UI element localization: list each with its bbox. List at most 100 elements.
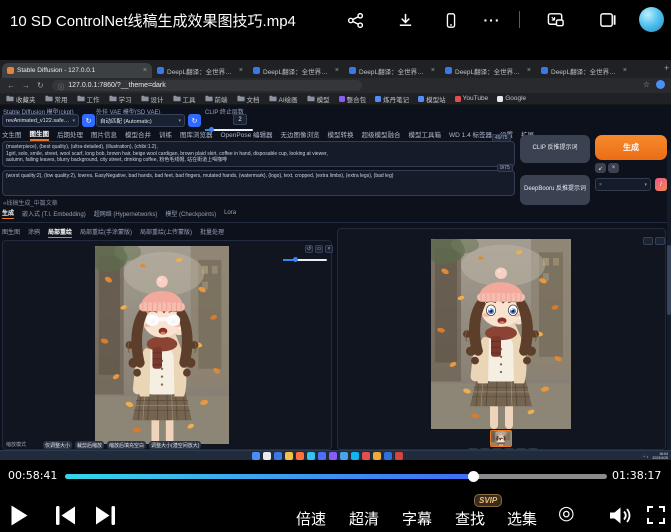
download-icon[interactable] xyxy=(394,9,416,31)
play-button[interactable] xyxy=(10,504,29,532)
tab-close-icon[interactable]: × xyxy=(239,67,243,74)
volume-icon[interactable] xyxy=(608,506,632,530)
phone-icon[interactable] xyxy=(440,9,462,31)
main-tab[interactable]: OpenPose 编辑器 xyxy=(221,129,273,140)
resize-mode-option[interactable]: 缩放后填充空白 xyxy=(107,441,146,449)
bookmark-folder[interactable]: 模型 xyxy=(307,94,330,104)
resize-mode-option[interactable]: 仅调整大小 xyxy=(43,441,72,449)
bookmark-folder[interactable]: 工具 xyxy=(173,94,196,104)
refresh-icon[interactable]: ↻ xyxy=(37,81,44,90)
subtitle-button[interactable]: 字幕 xyxy=(402,508,432,529)
browser-tab[interactable]: DeepL翻译：全世界最准确的翻译 × xyxy=(248,63,344,78)
extra-network-tab[interactable]: 嵌入式 (T.I. Embedding) xyxy=(22,209,86,219)
taskbar-app-icon[interactable] xyxy=(362,452,370,460)
taskbar-app-icon[interactable] xyxy=(274,452,282,460)
interrogate-deepbooru-button[interactable]: DeepBooru 反推提示词 xyxy=(520,175,590,205)
taskbar-app-icon[interactable] xyxy=(285,452,293,460)
model-select[interactable]: revAnimated_v122.safetensors [4199bcdd14… xyxy=(2,114,79,127)
style-preset-select[interactable]: × ▾ xyxy=(595,178,651,191)
tab-close-icon[interactable]: × xyxy=(431,67,435,74)
browser-tab[interactable]: DeepL翻译：全世界最准确的翻译 × xyxy=(536,63,632,78)
browser-tab[interactable]: Stable Diffusion - 127.0.0.1 × xyxy=(2,63,152,78)
site-info-icon[interactable]: ⓘ xyxy=(58,81,65,91)
taskbar-app-icon[interactable] xyxy=(307,452,315,460)
taskbar-app-icon[interactable] xyxy=(329,452,337,460)
interrogate-clip-button[interactable]: CLIP 反推提示词 xyxy=(520,135,590,163)
tray-icons[interactable]: ^ ♪ xyxy=(643,454,648,459)
speed-button[interactable]: 倍速 xyxy=(296,508,326,529)
brush-size-slider[interactable] xyxy=(283,259,327,261)
img2img-mode-tab[interactable]: 图生图 xyxy=(2,227,20,237)
vae-refresh-button[interactable]: ↻ xyxy=(188,114,201,127)
bookmark-folder[interactable]: AI绘画 xyxy=(269,94,298,104)
img2img-mode-tab[interactable]: 局部重绘(上传蒙版) xyxy=(140,227,192,237)
taskbar-app-icon[interactable] xyxy=(318,452,326,460)
bookmark-link[interactable]: 整合包 xyxy=(339,94,367,104)
bookmark-folder[interactable]: 学习 xyxy=(109,94,132,104)
main-tab[interactable]: 无边图像浏览 xyxy=(281,129,320,140)
main-tab[interactable]: 模型工具箱 xyxy=(409,129,442,140)
video-content-frame[interactable]: Stable Diffusion - 127.0.0.1 × DeepL翻译：全… xyxy=(0,60,671,460)
bookmark-folder[interactable]: 设计 xyxy=(141,94,164,104)
tab-close-icon[interactable]: × xyxy=(623,67,627,74)
taskbar-app-icon[interactable] xyxy=(340,452,348,460)
settings-disc-icon[interactable]: ◎ xyxy=(558,503,575,525)
expand-view-icon[interactable] xyxy=(643,237,653,245)
generated-image[interactable] xyxy=(431,239,571,429)
eraser-icon[interactable]: ▭ xyxy=(315,245,323,253)
clip-skip-value[interactable]: 2 xyxy=(233,114,247,125)
next-button[interactable] xyxy=(95,506,115,530)
user-avatar[interactable] xyxy=(639,7,664,32)
bookmark-folder[interactable]: 工作 xyxy=(77,94,100,104)
bookmark-folder[interactable]: 收藏夹 xyxy=(6,94,36,104)
generate-button[interactable]: 生成 xyxy=(595,135,667,160)
progress-thumb[interactable] xyxy=(468,471,479,482)
bookmark-link[interactable]: 炼丹笔记 xyxy=(375,94,409,104)
clear-canvas-icon[interactable]: × xyxy=(325,245,333,253)
taskbar-app-icon[interactable] xyxy=(351,452,359,460)
vae-select[interactable]: 自动匹配 (Automatic) ▾ xyxy=(96,114,185,127)
model-refresh-button[interactable]: ↻ xyxy=(82,114,95,127)
bookmark-folder[interactable]: 文档 xyxy=(237,94,260,104)
tab-close-icon[interactable]: × xyxy=(143,67,147,74)
taskbar-clock[interactable]: 16:04 2023/4/25 xyxy=(652,452,668,460)
side-window-icon[interactable] xyxy=(596,9,618,31)
fullscreen-view-icon[interactable] xyxy=(655,237,665,245)
negative-prompt-textarea[interactable]: (worst quality:2), (low quality:2), lowr… xyxy=(2,170,515,196)
main-tab[interactable]: 图生图 xyxy=(30,128,50,141)
browser-tab[interactable]: DeepL翻译：全世界最准确的翻译 × xyxy=(344,63,440,78)
browser-profile-avatar[interactable] xyxy=(656,80,665,89)
taskbar-app-icon[interactable] xyxy=(263,452,271,460)
gallery-thumbnail-selected[interactable] xyxy=(490,430,512,447)
bookmark-link[interactable]: Google xyxy=(497,95,526,102)
main-tab[interactable]: 图库浏览器 xyxy=(180,129,213,140)
tab-close-icon[interactable]: × xyxy=(527,67,531,74)
tab-close-icon[interactable]: × xyxy=(335,67,339,74)
bookmark-star-icon[interactable]: ☆ xyxy=(643,80,650,89)
img2img-mode-tab[interactable]: 涂鸦 xyxy=(28,227,40,237)
main-tab[interactable]: WD 1.4 标签器 xyxy=(449,129,492,140)
new-tab-button[interactable]: + xyxy=(664,63,669,73)
main-tab[interactable]: 图片信息 xyxy=(91,129,117,140)
taskbar-app-icon[interactable] xyxy=(296,452,304,460)
scrollbar[interactable] xyxy=(667,150,671,460)
clear-prompt-button[interactable]: × xyxy=(608,163,619,173)
img2img-mode-tab[interactable]: 批量处理 xyxy=(200,227,224,237)
extra-network-tab[interactable]: 生成 xyxy=(2,208,14,219)
bookmark-link[interactable]: 模型站 xyxy=(418,94,446,104)
fullscreen-icon[interactable] xyxy=(647,506,665,529)
input-image[interactable] xyxy=(95,246,229,444)
taskbar-app-icon[interactable] xyxy=(384,452,392,460)
main-tab[interactable]: 训练 xyxy=(159,129,172,140)
apply-style-button[interactable]: / xyxy=(655,178,667,191)
url-box[interactable]: ⓘ 127.0.0.1:7860/?__theme=dark xyxy=(52,80,362,91)
quality-button[interactable]: 超清 xyxy=(349,508,379,529)
browser-tab[interactable]: DeepL翻译：全世界最准确的翻译 × xyxy=(152,63,248,78)
undo-icon[interactable]: ↺ xyxy=(305,245,313,253)
resize-mode-option[interactable]: 调整大小(潜空间放大) xyxy=(149,441,201,449)
prompt-textarea[interactable]: (masterpiece), (best quality), (ultra-de… xyxy=(2,141,515,167)
extra-network-tab[interactable]: Lora xyxy=(224,210,236,217)
forward-icon[interactable]: → xyxy=(22,81,30,90)
img2img-mode-tab[interactable]: 局部重绘(手涂蒙版) xyxy=(80,227,132,237)
progress-bar[interactable] xyxy=(65,474,607,479)
